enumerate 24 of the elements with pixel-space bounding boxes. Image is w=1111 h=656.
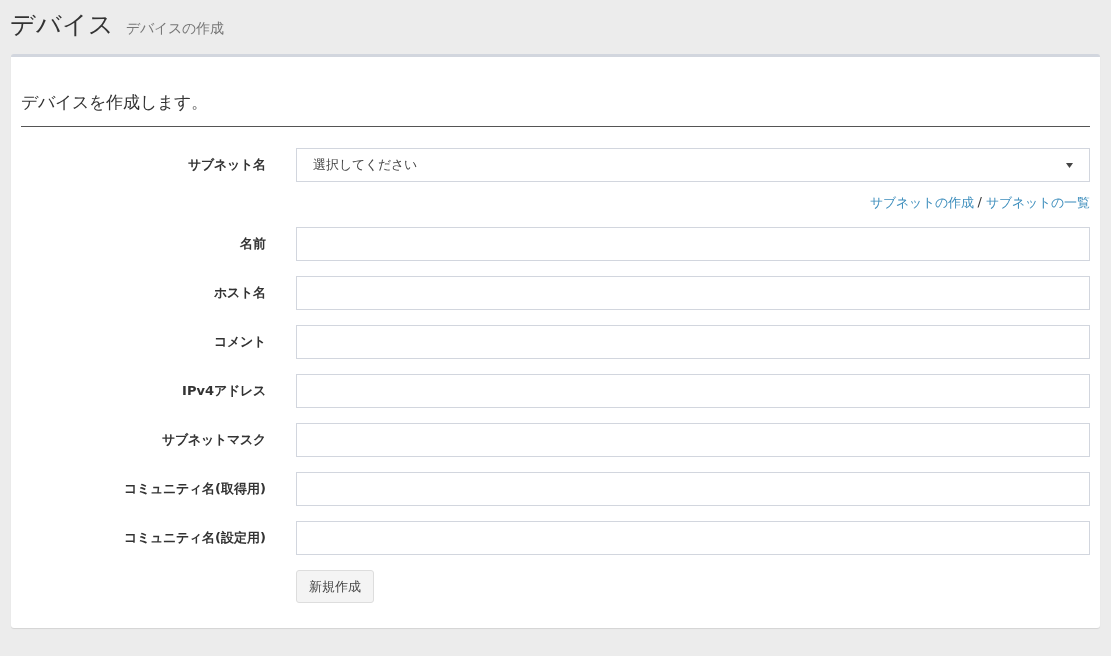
field-label: ホスト名 [214,284,266,302]
field-label: 名前 [240,235,266,253]
panel-heading: デバイスを作成します。 [21,91,1090,127]
page-subtitle: デバイスの作成 [126,20,224,38]
field-label: コミュニティ名(設定用) [124,529,266,547]
input-field[interactable] [296,423,1090,457]
input-field[interactable] [296,472,1090,506]
create-button[interactable]: 新規作成 [296,570,374,603]
link-separator: / [977,194,982,211]
page-title: デバイス [10,9,114,41]
input-field[interactable] [296,227,1090,261]
subnet-link[interactable]: サブネットの作成 [869,194,974,212]
field-label: サブネット名 [188,156,266,174]
input-field[interactable] [296,276,1090,310]
input-field[interactable] [296,325,1090,359]
field-label: コミュニティ名(取得用) [124,480,266,498]
caret-icon [1066,162,1073,168]
subnet-link[interactable]: サブネットの一覧 [986,194,1090,212]
field-label: サブネットマスク [162,431,266,449]
input-field[interactable] [296,374,1090,408]
field-label: IPv4アドレス [182,382,266,400]
input-field[interactable] [296,521,1090,555]
field-label: コメント [214,333,266,351]
select-field[interactable]: 選択してください [296,148,1090,182]
